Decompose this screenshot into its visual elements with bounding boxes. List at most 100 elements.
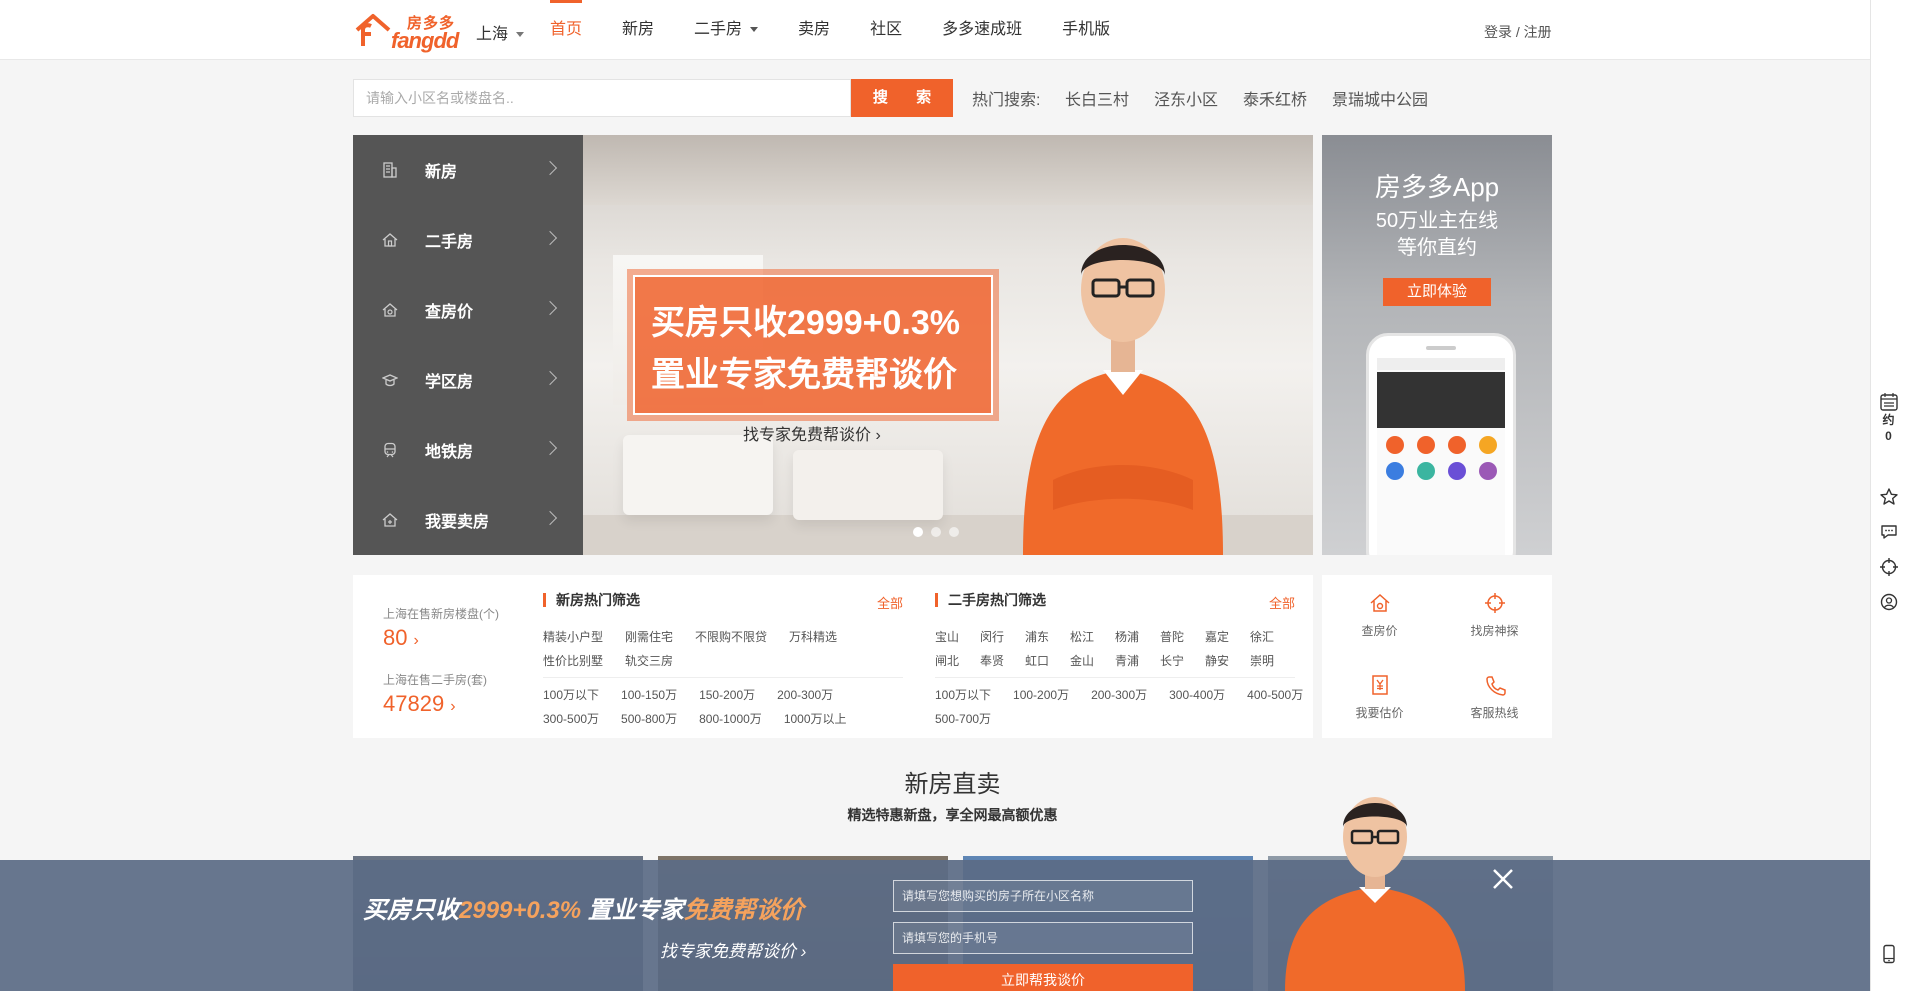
hero-banner[interactable]: 买房只收2999+0.3% 置业专家免费帮谈价 找专家免费帮谈价 › [583, 135, 1313, 555]
logo-en-text: fangdd [391, 28, 459, 53]
hot-search-link[interactable]: 泰禾红桥 [1243, 86, 1307, 110]
price-tag[interactable]: 300-400万 [1169, 687, 1225, 703]
app-ad-try-button[interactable]: 立即体验 [1383, 278, 1491, 306]
banner-cta-link[interactable]: 找专家免费帮谈价 › [743, 421, 881, 445]
district-tag[interactable]: 青浦 [1115, 653, 1160, 669]
overlay-cta-link[interactable]: 找专家免费帮谈价 › [660, 937, 806, 962]
mobile-app-button[interactable] [1871, 944, 1905, 964]
category-sell-house[interactable]: 我要卖房 [353, 485, 583, 555]
community-name-input[interactable] [893, 880, 1193, 912]
category-school-district[interactable]: 学区房 [353, 345, 583, 415]
district-tag[interactable]: 徐汇 [1250, 629, 1295, 645]
district-tag[interactable]: 闵行 [980, 629, 1025, 645]
phone-number-input[interactable] [893, 922, 1193, 954]
price-tag[interactable]: 500-800万 [621, 711, 677, 727]
district-tag[interactable]: 静安 [1205, 653, 1250, 669]
banner-dot[interactable] [913, 527, 923, 537]
district-tag[interactable]: 松江 [1070, 629, 1115, 645]
login-register-link[interactable]: 登录 / 注册 [1484, 22, 1552, 42]
chevron-right-icon: › [413, 632, 419, 649]
hot-search-link[interactable]: 长白三村 [1065, 86, 1129, 110]
category-second-hand[interactable]: 二手房 [353, 205, 583, 275]
nav-community-label: 社区 [870, 21, 903, 38]
second-hand-count[interactable]: 47829 › [383, 691, 456, 717]
close-icon[interactable] [1490, 866, 1516, 892]
app-icon [1416, 462, 1435, 480]
chat-button[interactable] [1871, 522, 1905, 542]
search-button[interactable]: 搜 索 [851, 79, 953, 117]
nav-course[interactable]: 多多速成班 [922, 0, 1042, 60]
district-tag[interactable]: 杨浦 [1115, 629, 1160, 645]
filter-tag[interactable]: 性价比别墅 [543, 653, 603, 669]
tool-house-finder[interactable]: 找房神探 [1437, 575, 1552, 657]
new-filter-tags: 精装小户型 刚需住宅 不限购不限贷 万科精选 性价比别墅 轨交三房 [543, 629, 893, 669]
price-tag[interactable]: 1000万以上 [784, 711, 847, 727]
price-tag[interactable]: 500-700万 [935, 711, 991, 727]
chevron-right-icon: › [450, 698, 456, 715]
district-tag[interactable]: 浦东 [1025, 629, 1070, 645]
phone-icon [1485, 676, 1506, 696]
district-tag[interactable]: 长宁 [1160, 653, 1205, 669]
filter-tag[interactable]: 不限购不限贷 [695, 629, 767, 645]
locate-button[interactable] [1871, 557, 1905, 577]
category-new-house[interactable]: 新房 [353, 135, 583, 205]
price-tag[interactable]: 800-1000万 [699, 711, 762, 727]
price-tag[interactable]: 100-200万 [1013, 687, 1069, 703]
category-subway[interactable]: 地铁房 [353, 415, 583, 485]
price-tag[interactable]: 200-300万 [1091, 687, 1147, 703]
search-input[interactable] [353, 79, 851, 117]
filter-tag[interactable]: 刚需住宅 [625, 629, 673, 645]
district-tag[interactable]: 普陀 [1160, 629, 1205, 645]
district-tag[interactable]: 宝山 [935, 629, 980, 645]
category-house-price[interactable]: 查房价 [353, 275, 583, 345]
app-ad[interactable]: 房多多App 50万业主在线 等你直约 立即体验 [1322, 135, 1552, 555]
district-tag[interactable]: 虹口 [1025, 653, 1070, 669]
chevron-right-icon [542, 160, 558, 176]
overlay-submit-button[interactable]: 立即帮我谈价 [893, 964, 1193, 991]
banner-dot[interactable] [931, 527, 941, 537]
district-tag[interactable]: 奉贤 [980, 653, 1025, 669]
category-label: 二手房 [425, 234, 474, 251]
price-tag[interactable]: 100万以下 [543, 687, 599, 703]
appointment-button[interactable]: 约 0 [1871, 392, 1905, 444]
district-tag[interactable]: 崇明 [1250, 653, 1295, 669]
district-tag[interactable]: 嘉定 [1205, 629, 1250, 645]
service-button[interactable] [1871, 592, 1905, 612]
nav-sell[interactable]: 卖房 [778, 0, 850, 60]
nav-mobile[interactable]: 手机版 [1042, 0, 1130, 60]
nav-home[interactable]: 首页 [530, 0, 602, 60]
price-tag[interactable]: 150-200万 [699, 687, 755, 703]
favorites-button[interactable] [1871, 487, 1905, 507]
logo[interactable]: 房多多 fangdd [353, 10, 459, 53]
hot-search-link[interactable]: 泾东小区 [1154, 86, 1218, 110]
nav-community[interactable]: 社区 [850, 0, 922, 60]
price-tag[interactable]: 100-150万 [621, 687, 677, 703]
tool-valuation[interactable]: 我要估价 [1322, 657, 1437, 739]
district-tag[interactable]: 金山 [1070, 653, 1115, 669]
phone-icon-grid [1377, 428, 1505, 488]
price-tag[interactable]: 300-500万 [543, 711, 599, 727]
new-house-count[interactable]: 80 › [383, 625, 419, 651]
price-tag[interactable]: 400-500万 [1247, 687, 1303, 703]
overlay-highlight-2: 免费帮谈价 [683, 897, 804, 924]
filter-tag[interactable]: 万科精选 [789, 629, 837, 645]
tool-house-price[interactable]: 查房价 [1322, 575, 1437, 657]
new-filter-all-link[interactable]: 全部 [877, 593, 903, 612]
bottom-promo-overlay: 买房只收2999+0.3% 置业专家免费帮谈价 找专家免费帮谈价 › 立即帮我谈… [0, 797, 1870, 991]
price-tag[interactable]: 100万以下 [935, 687, 991, 703]
tool-hotline[interactable]: 客服热线 [1437, 657, 1552, 739]
nav-new-house[interactable]: 新房 [602, 0, 674, 60]
second-filter-all-link[interactable]: 全部 [1269, 593, 1295, 612]
nav-second-hand[interactable]: 二手房 [674, 0, 778, 60]
city-selector[interactable]: 上海 [476, 20, 525, 44]
category-label: 我要卖房 [425, 514, 490, 531]
price-tag[interactable]: 200-300万 [777, 687, 833, 703]
overlay-text-1: 买房只收 [363, 897, 459, 924]
district-tag[interactable]: 闸北 [935, 653, 980, 669]
filter-tag[interactable]: 轨交三房 [625, 653, 673, 669]
city-label: 上海 [476, 26, 509, 43]
nav-home-label: 首页 [550, 21, 583, 38]
hot-search-link[interactable]: 景瑞城中公园 [1332, 86, 1428, 110]
banner-dot[interactable] [949, 527, 959, 537]
filter-tag[interactable]: 精装小户型 [543, 629, 603, 645]
